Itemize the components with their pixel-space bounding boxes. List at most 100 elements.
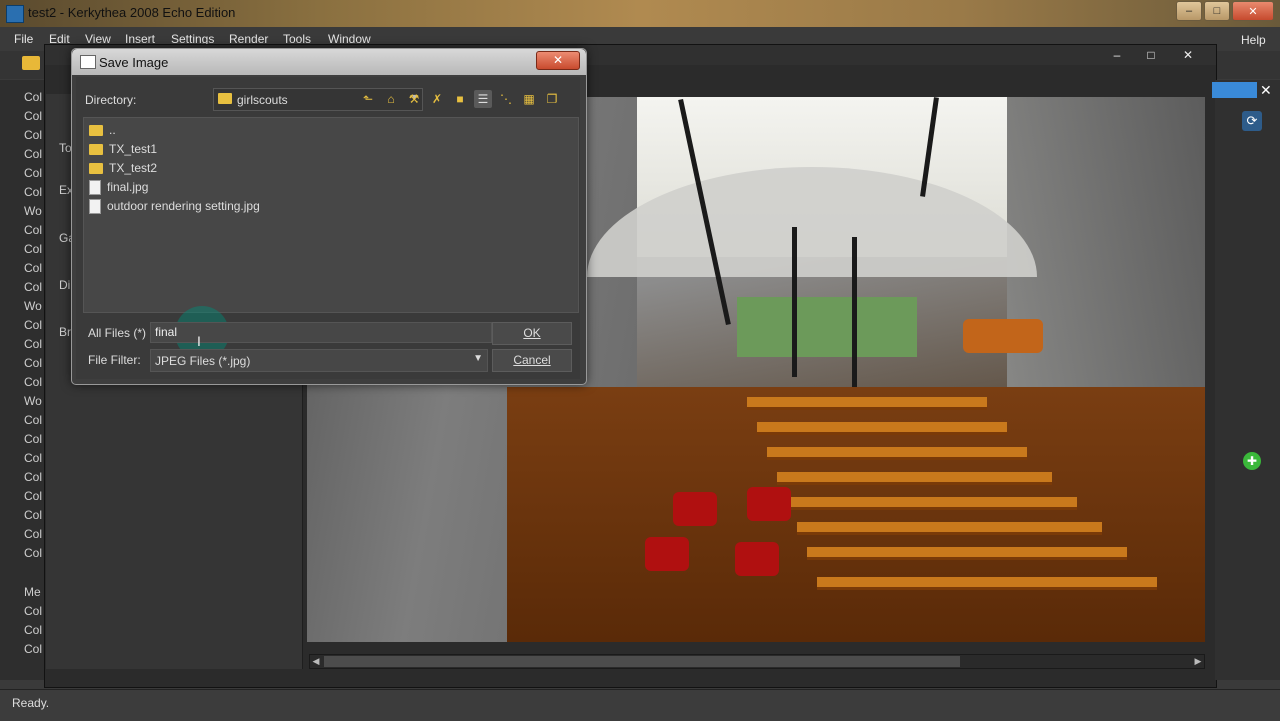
render-stair-step (767, 447, 1027, 460)
list-item[interactable]: Wo (24, 392, 44, 411)
add-icon[interactable]: ✚ (1243, 452, 1261, 470)
render-red-chair (735, 542, 779, 576)
right-panel-selection[interactable] (1212, 82, 1257, 98)
viewport-scrollbar[interactable]: ◀ ▶ (309, 654, 1205, 669)
status-text: Ready. (12, 696, 50, 710)
folder-icon (218, 93, 232, 104)
render-orange-sofa (963, 319, 1043, 353)
list-item[interactable]: Col (24, 240, 44, 259)
folder-icon (89, 162, 103, 174)
minimize-button[interactable]: – (1176, 1, 1202, 21)
render-stair-step (807, 547, 1127, 560)
list-view-icon[interactable]: ☰ (474, 90, 492, 108)
file-name: outdoor rendering setting.jpg (107, 199, 260, 213)
scrollbar-thumb[interactable] (324, 656, 960, 667)
cancel-button[interactable]: Cancel (492, 349, 572, 372)
panel-close-icon[interactable]: ✕ (1260, 82, 1272, 99)
scroll-left-icon[interactable]: ◀ (310, 655, 322, 668)
detail-view-icon[interactable]: ⋱ (497, 90, 515, 108)
list-item[interactable]: Col (24, 164, 44, 183)
list-item[interactable]: Col (24, 411, 44, 430)
dialog-close-button[interactable]: ✕ (536, 51, 580, 70)
file-list: .. TX_test1 TX_test2 final.jpg outdoor r… (83, 117, 579, 313)
close-button[interactable]: ✕ (1232, 1, 1274, 21)
render-mullion (792, 227, 797, 377)
list-item[interactable]: Col (24, 621, 44, 640)
home-icon[interactable]: ⌂ (382, 90, 400, 108)
list-item[interactable]: final.jpg (89, 178, 148, 196)
render-red-chair (747, 487, 791, 521)
list-item[interactable]: Col (24, 107, 44, 126)
scene-tree: Col Col Col Col Col Col Wo Col Col Col C… (0, 80, 47, 680)
folder-icon (89, 143, 103, 155)
list-item[interactable]: TX_test1 (89, 140, 157, 158)
list-item[interactable]: Col (24, 316, 44, 335)
list-item[interactable]: Col (24, 544, 44, 563)
list-item[interactable]: Col (24, 430, 44, 449)
render-stair-step (747, 397, 987, 410)
file-name-label: All Files (*) (88, 326, 147, 340)
list-item[interactable]: Col (24, 373, 44, 392)
ok-button[interactable]: OK (492, 322, 572, 345)
menu-help[interactable]: Help (1241, 33, 1266, 47)
list-item[interactable]: Col (24, 602, 44, 621)
list-item[interactable]: Col (24, 354, 44, 373)
new-folder-icon[interactable]: ■ (451, 90, 469, 108)
text-cursor-icon: I (197, 333, 201, 349)
delete-icon[interactable]: ✗ (428, 90, 446, 108)
list-item[interactable]: Wo (24, 202, 44, 221)
render-stair-step (817, 577, 1157, 590)
list-item[interactable]: Col (24, 335, 44, 354)
file-filter-select[interactable]: JPEG Files (*.jpg) ▼ (150, 349, 488, 372)
app-icon (6, 5, 24, 23)
app-titlebar: test2 - Kerkythea 2008 Echo Edition – □ … (0, 0, 1280, 27)
panel-label: Di (59, 278, 71, 292)
list-item[interactable]: Col (24, 126, 44, 145)
refresh-icon[interactable]: ⟳ (1242, 111, 1262, 131)
list-item[interactable]: Col (24, 449, 44, 468)
up-folder-icon[interactable]: ⬑ (359, 90, 377, 108)
dialog-toolbar: ⬑ ⌂ ⚒ ✗ ■ ☰ ⋱ ▦ ❐ (359, 90, 561, 108)
wrench-icon[interactable]: ⚒ (405, 90, 423, 108)
list-item[interactable]: Col (24, 468, 44, 487)
window-controls: – □ ✕ (1176, 1, 1274, 21)
list-item[interactable]: Wo (24, 297, 44, 316)
list-item[interactable]: Col (24, 88, 44, 107)
render-minimize-button[interactable]: – (1104, 47, 1130, 63)
render-close-button[interactable]: ✕ (1175, 47, 1201, 63)
render-lawn (737, 297, 917, 357)
list-item[interactable]: TX_test2 (89, 159, 157, 177)
app-title: test2 - Kerkythea 2008 Echo Edition (28, 5, 236, 20)
list-item[interactable]: Col (24, 525, 44, 544)
list-item[interactable]: Me (24, 583, 44, 602)
list-item[interactable]: Col (24, 506, 44, 525)
list-item[interactable]: Col (24, 221, 44, 240)
list-item[interactable]: Col (24, 145, 44, 164)
list-item[interactable]: Col (24, 487, 44, 506)
grid-view-icon[interactable]: ▦ (520, 90, 538, 108)
status-bar: Ready. (0, 689, 1280, 721)
render-stair-step (777, 472, 1052, 485)
open-folder-icon[interactable] (22, 56, 40, 70)
directory-label: Directory: (85, 93, 137, 107)
dialog-icon (80, 55, 96, 69)
list-item[interactable]: Col (24, 183, 44, 202)
file-name-input[interactable]: final (150, 322, 492, 343)
list-item[interactable]: Col (24, 278, 44, 297)
render-stair-step (787, 497, 1077, 510)
list-item[interactable]: Col (24, 259, 44, 278)
chevron-down-icon[interactable]: ▼ (473, 353, 483, 364)
scroll-right-icon[interactable]: ▶ (1192, 655, 1204, 668)
maximize-button[interactable]: □ (1204, 1, 1230, 21)
list-item[interactable]: Col (24, 640, 44, 659)
panel-label: Br (59, 325, 71, 339)
clipboard-icon[interactable]: ❐ (543, 90, 561, 108)
menu-file[interactable]: File (14, 32, 33, 46)
list-item[interactable]: outdoor rendering setting.jpg (89, 197, 260, 215)
list-item[interactable]: .. (89, 121, 116, 139)
file-icon (89, 179, 101, 195)
render-maximize-button[interactable]: □ (1138, 47, 1164, 63)
file-name: final.jpg (107, 180, 149, 194)
folder-icon (89, 124, 103, 136)
dialog-titlebar: Save Image ✕ (72, 49, 586, 75)
